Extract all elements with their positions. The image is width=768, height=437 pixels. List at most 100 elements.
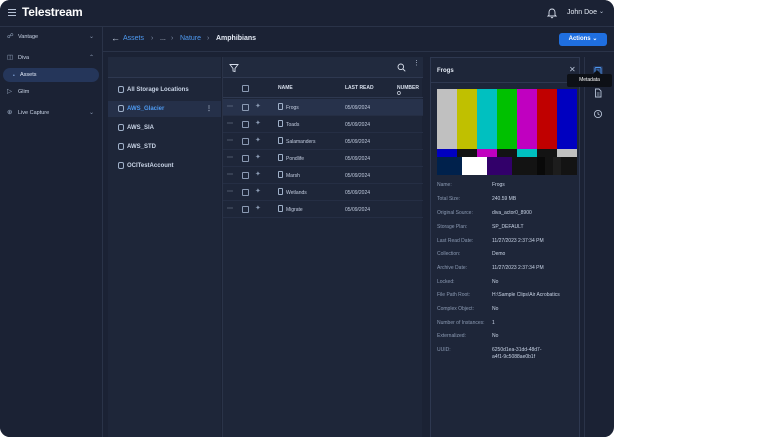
breadcrumb-separator: › (151, 35, 154, 42)
file-name: Frogs (286, 105, 299, 111)
row-checkbox[interactable] (242, 121, 249, 128)
row-checkbox[interactable] (242, 104, 249, 111)
more-horizontal-icon[interactable]: ⋯ (227, 171, 233, 178)
user-name[interactable]: John Doe (567, 9, 597, 16)
column-header-number[interactable]: NUMBER O (397, 85, 422, 97)
row-checkbox[interactable] (242, 138, 249, 145)
pin-icon[interactable]: ✦ (255, 136, 261, 144)
sidebar-item-glim[interactable]: ▷ Glim (0, 85, 103, 99)
column-header-last-read[interactable]: LAST READ (345, 85, 374, 91)
pin-icon[interactable]: ✦ (255, 170, 261, 178)
metadata-value: 1 (492, 320, 495, 326)
menu-icon[interactable] (8, 9, 16, 16)
metadata-row: Storage Plan: SP_DEFAULT (437, 224, 577, 234)
row-checkbox[interactable] (242, 206, 249, 213)
storage-item-label: AWS_STD (127, 144, 157, 150)
pin-icon[interactable]: ✦ (255, 187, 261, 195)
details-panel: Frogs ✕ Name: Frogs Total Size: 240.59 M… (430, 57, 580, 437)
breadcrumb-ellipsis[interactable]: ... (160, 35, 166, 42)
storage-item-oci[interactable]: OCITestAccount (108, 158, 221, 174)
sidebar-item-label: Diva (18, 55, 30, 61)
metadata-value: diva_actor0_8900 (492, 210, 532, 216)
storage-item-all[interactable]: All Storage Locations (108, 82, 221, 98)
chevron-down-icon[interactable]: ⌄ (89, 109, 94, 116)
metadata-row: Number of Instances: 1 (437, 320, 577, 330)
file-last-read: 05/09/2024 (345, 207, 371, 213)
pin-icon[interactable]: ✦ (255, 119, 261, 127)
select-all-checkbox[interactable] (242, 85, 249, 92)
storage-panel: All Storage Locations AWS_Glacier ⋮ AWS_… (108, 57, 221, 437)
more-horizontal-icon[interactable]: ⋯ (227, 188, 233, 195)
more-horizontal-icon[interactable]: ⋯ (227, 120, 233, 127)
actions-button[interactable]: Actions ⌄ (559, 33, 607, 46)
more-horizontal-icon[interactable]: ⋯ (227, 154, 233, 161)
table-row[interactable]: ⋯ ✦ Salamanders 05/09/2024 (223, 133, 423, 150)
file-icon (278, 154, 283, 161)
table-row[interactable]: ⋯ ✦ Pondlife 05/09/2024 (223, 150, 423, 167)
metadata-tooltip: Metadata (567, 74, 612, 87)
file-name: Pondlife (286, 156, 305, 162)
table-row[interactable]: ⋯ ✦ Marsh 05/09/2024 (223, 167, 423, 184)
details-divider (431, 82, 579, 83)
filter-icon[interactable] (229, 63, 239, 73)
metadata-value: 6250d1ea-31dd-48d7- (492, 347, 542, 353)
file-last-read: 05/09/2024 (345, 156, 371, 162)
file-icon (278, 137, 283, 144)
storage-item-aws-glacier[interactable]: AWS_Glacier ⋮ (108, 101, 221, 117)
table-row[interactable]: ⋯ ✦ Toads 05/09/2024 (223, 116, 423, 133)
metadata-key: Archive Date: (437, 265, 468, 271)
database-icon (118, 86, 124, 93)
column-header-name[interactable]: NAME (278, 85, 293, 91)
breadcrumb-nature[interactable]: Nature (180, 35, 201, 42)
storage-item-label: AWS_SIA (127, 125, 155, 131)
search-icon[interactable] (397, 63, 406, 72)
top-bar: Telestream John Doe ⌄ (0, 0, 614, 27)
row-checkbox[interactable] (242, 172, 249, 179)
right-rail (584, 57, 610, 437)
storage-item-aws-sia[interactable]: AWS_SIA (108, 120, 221, 136)
history-icon[interactable] (593, 109, 603, 119)
metadata-key: UUID: (437, 347, 451, 353)
close-icon[interactable]: ✕ (569, 65, 576, 74)
file-last-read: 05/09/2024 (345, 139, 371, 145)
breadcrumb-assets[interactable]: Assets (123, 35, 144, 42)
storage-item-aws-std[interactable]: AWS_STD (108, 139, 221, 155)
metadata-value: Frogs (492, 182, 505, 188)
pin-icon[interactable]: ✦ (255, 204, 261, 212)
sidebar-item-assets[interactable]: • Assets (3, 68, 99, 82)
row-divider (223, 217, 423, 218)
pin-icon[interactable]: ✦ (255, 102, 261, 110)
bell-icon[interactable] (547, 8, 557, 19)
metadata-row: Locked: No (437, 279, 577, 289)
document-icon[interactable] (593, 88, 603, 98)
table-row[interactable]: ⋯ ✦ Migrate 05/09/2024 (223, 201, 423, 218)
more-horizontal-icon[interactable]: ⋯ (227, 103, 233, 110)
sidebar-item-diva[interactable]: ◫ Diva ⌃ (0, 51, 103, 65)
sidebar-item-label: Live Capture (18, 110, 50, 116)
more-vertical-icon[interactable]: ⋮ (413, 60, 420, 67)
row-checkbox[interactable] (242, 155, 249, 162)
chevron-up-icon[interactable]: ⌃ (89, 54, 94, 61)
table-row[interactable]: ⋯ ✦ Frogs 05/09/2024 (223, 99, 423, 116)
metadata-value-cont: a4f1-9c5088ae0b1f (492, 354, 536, 360)
sidebar-item-live-capture[interactable]: ⊕ Live Capture ⌄ (0, 106, 103, 120)
row-checkbox[interactable] (242, 189, 249, 196)
metadata-value: No (492, 333, 499, 339)
metadata-key: Collection: (437, 251, 461, 257)
file-icon (278, 103, 283, 110)
pin-icon[interactable]: ✦ (255, 153, 261, 161)
more-horizontal-icon[interactable]: ⋯ (227, 205, 233, 212)
chevron-down-icon[interactable]: ⌄ (89, 33, 94, 40)
metadata-row: Archive Date: 11/27/2023 2:37:34 PM (437, 265, 577, 275)
file-name: Marsh (286, 173, 300, 179)
chevron-down-icon[interactable]: ⌄ (599, 8, 604, 15)
metadata-value: No (492, 306, 499, 312)
metadata-key: Storage Plan: (437, 224, 468, 230)
more-horizontal-icon[interactable]: ⋯ (227, 137, 233, 144)
back-arrow-icon[interactable]: ← (111, 33, 120, 43)
table-row[interactable]: ⋯ ✦ Wetlands 05/09/2024 (223, 184, 423, 201)
metadata-row: Original Source: diva_actor0_8900 (437, 210, 577, 220)
more-vertical-icon[interactable]: ⋮ (206, 105, 212, 112)
sidebar-item-vantage[interactable]: ☍ Vantage ⌄ (0, 30, 103, 44)
breadcrumb: ← Assets › ... › Nature › Amphibians Act… (103, 27, 614, 52)
